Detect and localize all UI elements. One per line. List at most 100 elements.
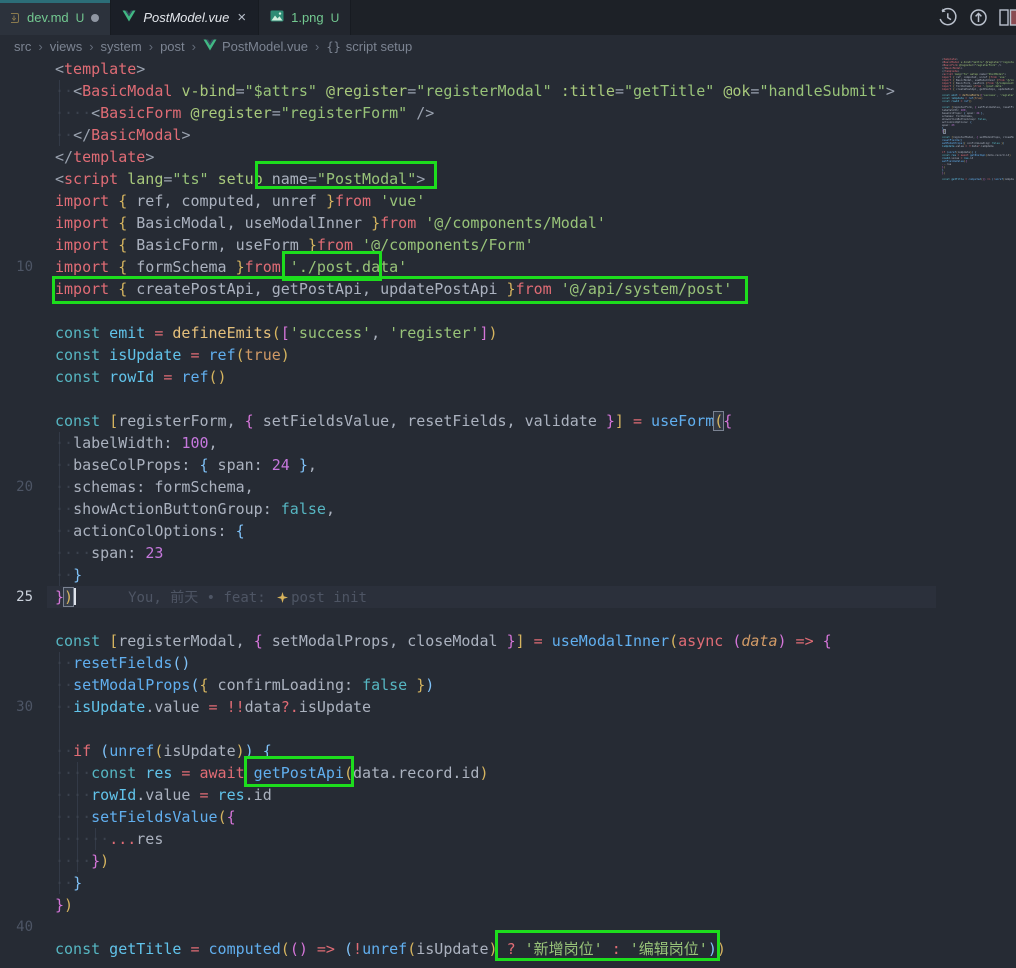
code-line: ····<BasicForm @register="registerForm" … xyxy=(0,102,936,124)
line-number xyxy=(0,190,47,212)
code-token: ?. xyxy=(281,698,299,716)
code-token: actionColOptions: xyxy=(73,522,236,540)
breadcrumb-separator: › xyxy=(192,39,196,54)
code-text: </template> xyxy=(47,146,154,168)
code-token: unref xyxy=(362,940,407,958)
code-token: false xyxy=(362,676,407,694)
split-editor-icon[interactable] xyxy=(999,7,1016,28)
compare-icon[interactable] xyxy=(968,7,989,28)
code-token: import xyxy=(55,258,109,276)
code-token: { xyxy=(200,456,209,474)
tab-1-png[interactable]: 1.pngU xyxy=(259,0,351,35)
code-token: = xyxy=(236,82,245,100)
code-token: ( xyxy=(344,764,353,782)
breadcrumb-item-script-setup[interactable]: {}script setup xyxy=(326,39,412,54)
code-token: { xyxy=(118,214,127,232)
tab-postmodel-vue[interactable]: PostModel.vue× xyxy=(111,0,259,35)
code-token: res xyxy=(947,163,952,166)
code-token: () xyxy=(969,100,972,103)
code-text: ··baseColProps: { span: 24 }, xyxy=(47,454,317,476)
code-token: setFieldsValue, resetFields, validate xyxy=(254,412,606,430)
editor-surface[interactable]: <template>··<BasicModal v-bind="$attrs" … xyxy=(0,58,1016,968)
code-line: 10import { formSchema }from './post.data… xyxy=(0,256,936,278)
code-token: script xyxy=(64,170,118,188)
code-token: [ xyxy=(109,632,118,650)
code-token: { xyxy=(254,632,263,650)
breadcrumb-separator: › xyxy=(89,39,93,54)
whitespace-dots: ·· xyxy=(55,500,73,518)
code-text: ····setFieldsValue({ xyxy=(47,806,236,828)
code-token xyxy=(118,170,127,188)
code-token: isUpdate xyxy=(981,145,994,148)
breadcrumb-item-views[interactable]: views xyxy=(50,39,83,54)
code-token: setFieldsValue, resetFields, validate xyxy=(976,106,1014,109)
code-line: </template> xyxy=(0,146,936,168)
code-token: registerForm, xyxy=(118,412,244,430)
tabs: dev.mdUPostModel.vue×1.pngU xyxy=(0,0,351,35)
code-text: const emit = defineEmits(['success', 're… xyxy=(47,322,498,344)
breadcrumb-item-post[interactable]: post xyxy=(160,39,185,54)
line-number xyxy=(0,806,47,828)
code-token: '@/components/Modal' xyxy=(416,214,606,232)
line-number: 25 xyxy=(0,586,47,608)
code-line xyxy=(0,300,936,322)
minimap[interactable]: <template><BasicModal v-bind="$attrs" @r… xyxy=(942,58,1014,478)
code-token: } xyxy=(55,588,64,606)
code-token: BasicForm xyxy=(100,104,181,122)
code-token: from xyxy=(317,236,353,254)
code-token xyxy=(109,236,118,254)
code-token: formSchema xyxy=(127,258,235,276)
code-token: baseColProps: xyxy=(73,456,199,474)
code-token: } xyxy=(507,280,516,298)
code-token: .id xyxy=(969,157,974,160)
code-text: ····span: 23 xyxy=(47,542,163,564)
code-token: ! xyxy=(353,940,362,958)
image-icon xyxy=(270,10,284,25)
code-token: isUpdate xyxy=(163,742,235,760)
code-text: ··isUpdate.value = !!data?.isUpdate xyxy=(47,696,371,718)
breadcrumb-label: src xyxy=(14,39,31,54)
code-text xyxy=(47,608,55,630)
code-token: ) xyxy=(1009,154,1011,157)
line-number xyxy=(0,674,47,696)
breadcrumb-item-src[interactable]: src xyxy=(14,39,31,54)
code-token: 'register' xyxy=(389,324,479,342)
code-token xyxy=(714,82,723,100)
code-text xyxy=(47,718,55,740)
code-token: { xyxy=(970,121,972,124)
code-token: ( xyxy=(218,808,227,826)
code-token: rowId xyxy=(950,100,959,103)
whitespace-dots: ·· xyxy=(55,676,73,694)
code-line: ··baseColProps: { span: 24 }, xyxy=(0,454,936,476)
minimap-line: const getTitle = computed(() => (!unref(… xyxy=(942,178,1014,181)
code-line: ······...res xyxy=(0,828,936,850)
code-token: = xyxy=(308,170,317,188)
code-line: ··</BasicModal> xyxy=(0,124,936,146)
code-token xyxy=(91,742,100,760)
line-number xyxy=(0,80,47,102)
code-token: data xyxy=(741,632,777,650)
code-token: = xyxy=(181,346,199,364)
close-icon[interactable]: × xyxy=(236,10,247,25)
line-number xyxy=(0,432,47,454)
breadcrumb-item-postmodel-vue[interactable]: PostModel.vue xyxy=(203,39,308,54)
code-token: } xyxy=(308,236,317,254)
code-token: 23 xyxy=(951,124,954,127)
code-token xyxy=(109,214,118,232)
code-token: from xyxy=(335,192,371,210)
code-line: 20··schemas: formSchema, xyxy=(0,476,936,498)
timeline-icon[interactable] xyxy=(937,7,958,28)
code-token: ( xyxy=(407,940,416,958)
code-token: res xyxy=(136,830,163,848)
code-token: createPostApi, getPostApi, updatePostApi xyxy=(127,280,506,298)
code-line: ··<BasicModal v-bind="$attrs" @register=… xyxy=(0,80,936,102)
code-token xyxy=(100,632,109,650)
code-token: span: xyxy=(209,456,272,474)
breadcrumb-item-system[interactable]: system xyxy=(101,39,142,54)
code-text: ··labelWidth: 100, xyxy=(47,432,218,454)
code-token: = xyxy=(407,82,416,100)
whitespace-dots: ······ xyxy=(55,830,109,848)
tab-dev-md[interactable]: dev.mdU xyxy=(0,0,111,35)
code-token: isUpdate xyxy=(1005,178,1015,181)
code-token: => xyxy=(308,940,335,958)
